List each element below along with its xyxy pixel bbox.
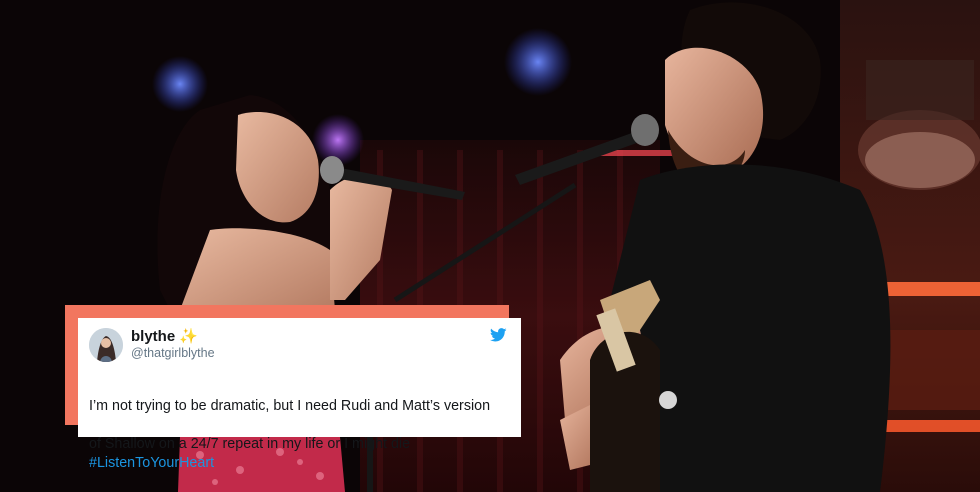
tweet-author: blythe ✨ @thatgirlblythe: [131, 326, 215, 360]
display-name-row: blythe ✨: [131, 328, 215, 345]
tweet-text: I’m not trying to be dramatic, but I nee…: [89, 378, 509, 492]
avatar[interactable]: [89, 328, 123, 362]
twitter-bird-icon[interactable]: [490, 328, 507, 342]
hashtag-link[interactable]: #ListenToYourHeart: [89, 454, 509, 473]
display-name[interactable]: blythe: [131, 328, 175, 345]
tweet-text-line-1: I’m not trying to be dramatic, but I nee…: [89, 398, 491, 414]
tweet-card[interactable]: blythe ✨ @thatgirlblythe I’m not trying …: [78, 318, 521, 471]
sparkles-icon: ✨: [179, 328, 198, 345]
avatar-image: [89, 328, 123, 362]
tweet-text-line-2: of Shallow on a 24/7 repeat in my life o…: [89, 436, 411, 452]
user-handle[interactable]: @thatgirlblythe: [131, 346, 215, 360]
tweet-header: blythe ✨ @thatgirlblythe: [89, 326, 509, 370]
